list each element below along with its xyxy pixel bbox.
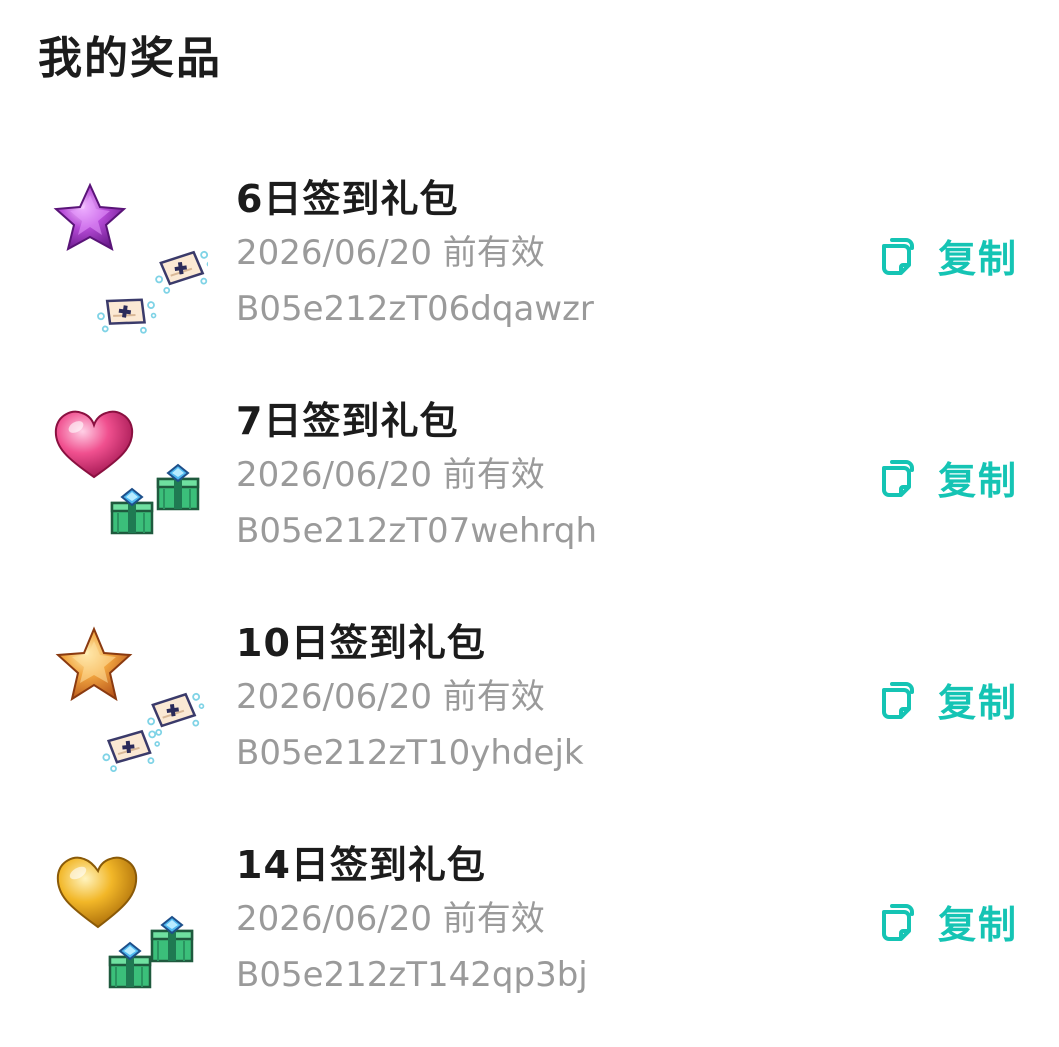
pink-heart-with-gift-boxes-icon: [48, 399, 208, 559]
copy-button[interactable]: 复制: [878, 891, 1018, 951]
prize-expiry: 2026/06/20 前有效: [236, 455, 545, 495]
copy-button[interactable]: 复制: [878, 225, 1018, 285]
prize-name: 14日签到礼包: [236, 843, 486, 887]
prize-name: 10日签到礼包: [236, 621, 486, 665]
prize-code: B05e212zT10yhdejk: [236, 733, 584, 773]
prize-name: 6日签到礼包: [236, 177, 459, 221]
prize-code: B05e212zT06dqawzr: [236, 289, 594, 329]
orange-star-with-tickets-icon: [48, 621, 208, 781]
prize-item: 10日签到礼包 2026/06/20 前有效 B05e212zT10yhdejk…: [0, 609, 1059, 809]
copy-label: 复制: [938, 458, 1019, 503]
prize-expiry: 2026/06/20 前有效: [236, 233, 545, 273]
prize-item: 7日签到礼包 2026/06/20 前有效 B05e212zT07wehrqh …: [0, 387, 1059, 587]
copy-label: 复制: [938, 902, 1019, 947]
copy-label: 复制: [938, 680, 1019, 725]
copy-button[interactable]: 复制: [878, 447, 1018, 507]
gold-heart-with-gift-boxes-icon: [48, 843, 208, 1003]
prize-item: 14日签到礼包 2026/06/20 前有效 B05e212zT142qp3bj…: [0, 831, 1059, 1031]
prize-name: 7日签到礼包: [236, 399, 459, 443]
copy-icon: [878, 898, 924, 944]
copy-label: 复制: [938, 236, 1019, 281]
prize-expiry: 2026/06/20 前有效: [236, 677, 545, 717]
prize-item: 6日签到礼包 2026/06/20 前有效 B05e212zT06dqawzr …: [0, 165, 1059, 365]
prize-code: B05e212zT142qp3bj: [236, 955, 588, 995]
prize-code: B05e212zT07wehrqh: [236, 511, 598, 551]
purple-star-with-tickets-icon: [48, 177, 208, 337]
copy-icon: [878, 676, 924, 722]
prize-expiry: 2026/06/20 前有效: [236, 899, 545, 939]
page-title: 我的奖品: [38, 33, 222, 84]
copy-button[interactable]: 复制: [878, 669, 1018, 729]
copy-icon: [878, 232, 924, 278]
copy-icon: [878, 454, 924, 500]
